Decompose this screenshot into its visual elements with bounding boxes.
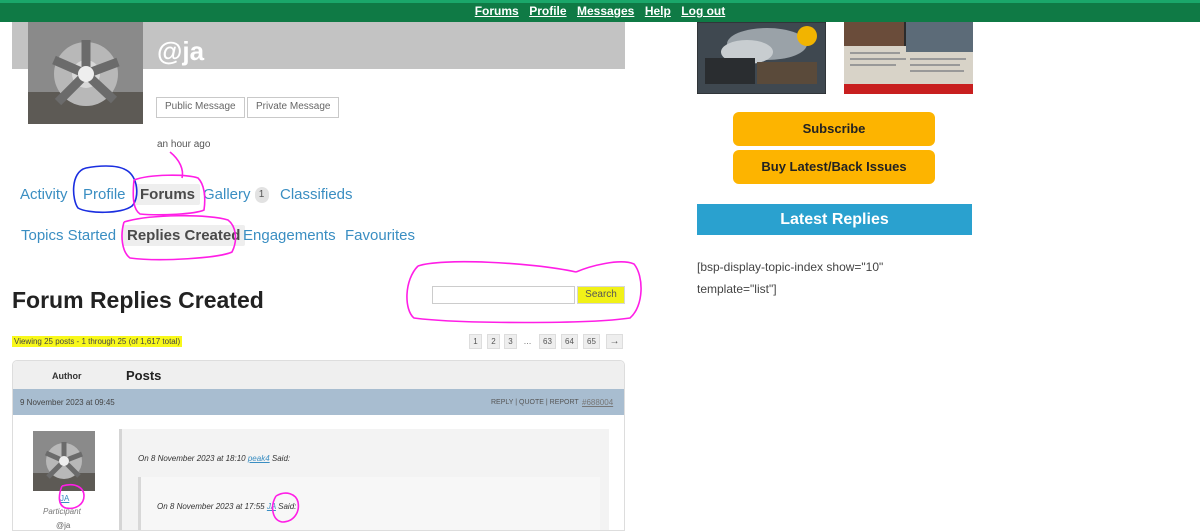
public-message-button[interactable]: Public Message xyxy=(156,97,245,118)
table-header: Author Posts xyxy=(13,361,624,389)
nested-quote-user-link[interactable]: JA xyxy=(267,502,276,511)
post-header: 9 November 2023 at 09:45 REPLY | QUOTE |… xyxy=(13,389,624,415)
header-author: Author xyxy=(52,371,82,381)
post-permalink[interactable]: #688004 xyxy=(582,398,613,407)
tab-profile[interactable]: Profile xyxy=(83,186,126,203)
tab-classifieds[interactable]: Classifieds xyxy=(280,186,353,203)
tab-forums[interactable]: Forums xyxy=(135,184,201,205)
quote-said: Said: xyxy=(271,454,291,463)
nested-quote-said: Said: xyxy=(278,502,297,511)
search-button[interactable]: Search xyxy=(577,286,625,304)
ad-banner-mew[interactable] xyxy=(844,22,973,94)
nav-logout[interactable]: Log out xyxy=(681,4,725,18)
replies-table: Author Posts 9 November 2023 at 09:45 RE… xyxy=(12,360,625,531)
buy-issues-button[interactable]: Buy Latest/Back Issues xyxy=(733,150,935,184)
nested-quote-block: On 8 November 2023 at 17:55 JA Said: xyxy=(138,477,600,530)
latest-replies-header: Latest Replies xyxy=(697,204,972,235)
tab-gallery[interactable]: Gallery 1 xyxy=(203,186,269,203)
nav-profile[interactable]: Profile xyxy=(529,4,566,18)
search-input[interactable] xyxy=(432,286,575,304)
page-link-3[interactable]: 3 xyxy=(504,334,517,349)
tab-topics-started[interactable]: Topics Started xyxy=(21,227,116,244)
quote-date: On 8 November 2023 at 18:10 xyxy=(138,454,246,463)
page-link-2[interactable]: 2 xyxy=(487,334,500,349)
tab-gallery-label: Gallery xyxy=(203,186,251,203)
page-next[interactable]: → xyxy=(606,334,623,349)
viewing-count: Viewing 25 posts - 1 through 25 (of 1,61… xyxy=(12,336,183,347)
private-message-button[interactable]: Private Message xyxy=(247,97,340,118)
reply-link[interactable]: REPLY xyxy=(491,399,513,406)
top-nav: Forums Profile Messages Help Log out xyxy=(0,2,1200,20)
page-link-64[interactable]: 64 xyxy=(561,334,578,349)
post-actions: REPLY | QUOTE | REPORT xyxy=(491,399,579,406)
tab-activity[interactable]: Activity xyxy=(20,186,68,203)
nested-quote-date: On 8 November 2023 at 17:55 xyxy=(157,502,265,511)
quote-user-link[interactable]: peak4 xyxy=(248,454,270,463)
last-active: an hour ago xyxy=(157,139,211,150)
page-title: Forum Replies Created xyxy=(12,287,264,313)
nav-forums[interactable]: Forums xyxy=(475,4,519,18)
quote-block: On 8 November 2023 at 18:10 peak4 Said: … xyxy=(119,429,609,530)
author-handle: @ja xyxy=(56,521,71,530)
nested-quote-attribution: On 8 November 2023 at 17:55 JA Said: xyxy=(157,502,296,511)
tab-favourites[interactable]: Favourites xyxy=(345,227,415,244)
post-date: 9 November 2023 at 09:45 xyxy=(20,398,115,407)
author-name-link[interactable]: JA xyxy=(60,494,69,503)
page-link-1[interactable]: 1 xyxy=(469,334,482,349)
page-ellipsis: … xyxy=(521,334,534,349)
report-link[interactable]: REPORT xyxy=(550,399,579,406)
header-posts: Posts xyxy=(126,368,162,383)
page-link-63[interactable]: 63 xyxy=(539,334,556,349)
author-avatar[interactable] xyxy=(33,431,95,491)
quote-link[interactable]: QUOTE xyxy=(519,399,544,406)
tab-engagements[interactable]: Engagements xyxy=(243,227,336,244)
gallery-count-badge: 1 xyxy=(254,187,269,203)
nav-help[interactable]: Help xyxy=(645,4,671,18)
tab-replies-created[interactable]: Replies Created xyxy=(122,225,246,246)
ad-banner-boiler[interactable] xyxy=(697,22,826,94)
profile-handle: @ja xyxy=(157,36,205,66)
shortcode-text: [bsp-display-topic-index show="10" templ… xyxy=(697,260,884,296)
nav-messages[interactable]: Messages xyxy=(577,4,634,18)
page-link-65[interactable]: 65 xyxy=(583,334,600,349)
subscribe-button[interactable]: Subscribe xyxy=(733,112,935,146)
author-role: Participant xyxy=(43,507,81,516)
quote-attribution: On 8 November 2023 at 18:10 peak4 Said: xyxy=(138,454,290,463)
profile-avatar xyxy=(28,22,143,124)
